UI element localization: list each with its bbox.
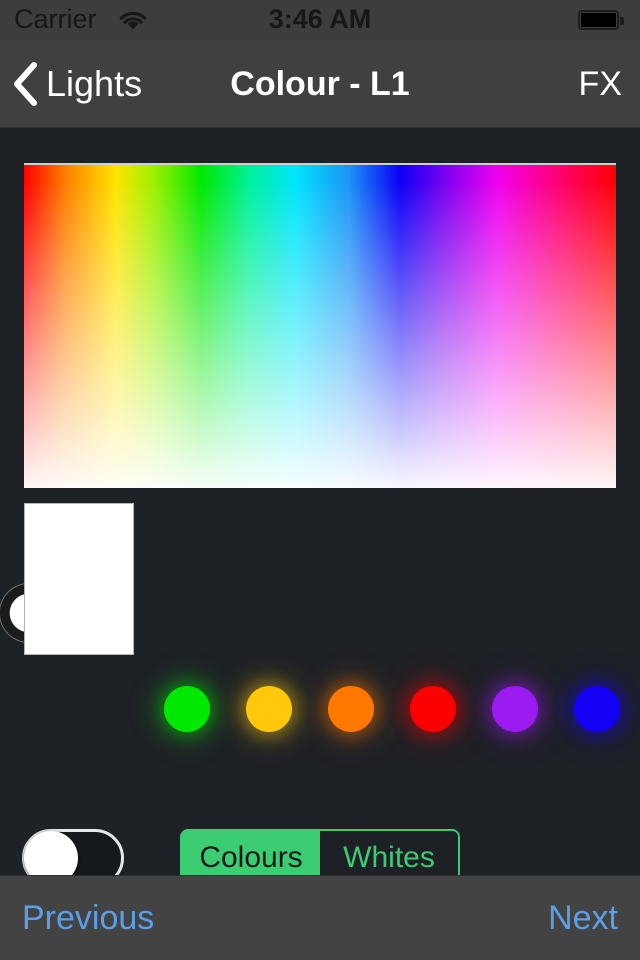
next-button[interactable]: Next <box>548 876 618 960</box>
hue-saturation-gradient[interactable] <box>24 163 616 488</box>
preset-swatch-list <box>150 674 640 744</box>
battery-full-icon <box>578 10 626 32</box>
page-title: Colour - L1 <box>230 64 410 103</box>
status-bar: Carrier 3:46 AM <box>0 0 640 40</box>
selected-colour-preview <box>24 503 134 655</box>
preset-swatch-orange[interactable] <box>328 686 374 732</box>
bottom-toolbar: Previous Next <box>0 875 640 960</box>
preset-swatch-green[interactable] <box>164 686 210 732</box>
app-screen: Carrier 3:46 AM Lights Colour - L1 FX Co… <box>0 0 640 960</box>
preset-swatch-blue[interactable] <box>574 686 620 732</box>
navigation-bar: Lights Colour - L1 FX <box>0 40 640 128</box>
status-time: 3:46 AM <box>268 4 372 34</box>
main-content: Colours Whites 100 % <box>0 129 640 960</box>
fx-button[interactable]: FX <box>579 40 622 128</box>
preset-swatch-yellow[interactable] <box>246 686 292 732</box>
previous-button[interactable]: Previous <box>22 876 154 960</box>
saturation-gradient-layer <box>24 165 616 488</box>
preset-swatch-purple[interactable] <box>492 686 538 732</box>
preset-swatch-red[interactable] <box>410 686 456 732</box>
